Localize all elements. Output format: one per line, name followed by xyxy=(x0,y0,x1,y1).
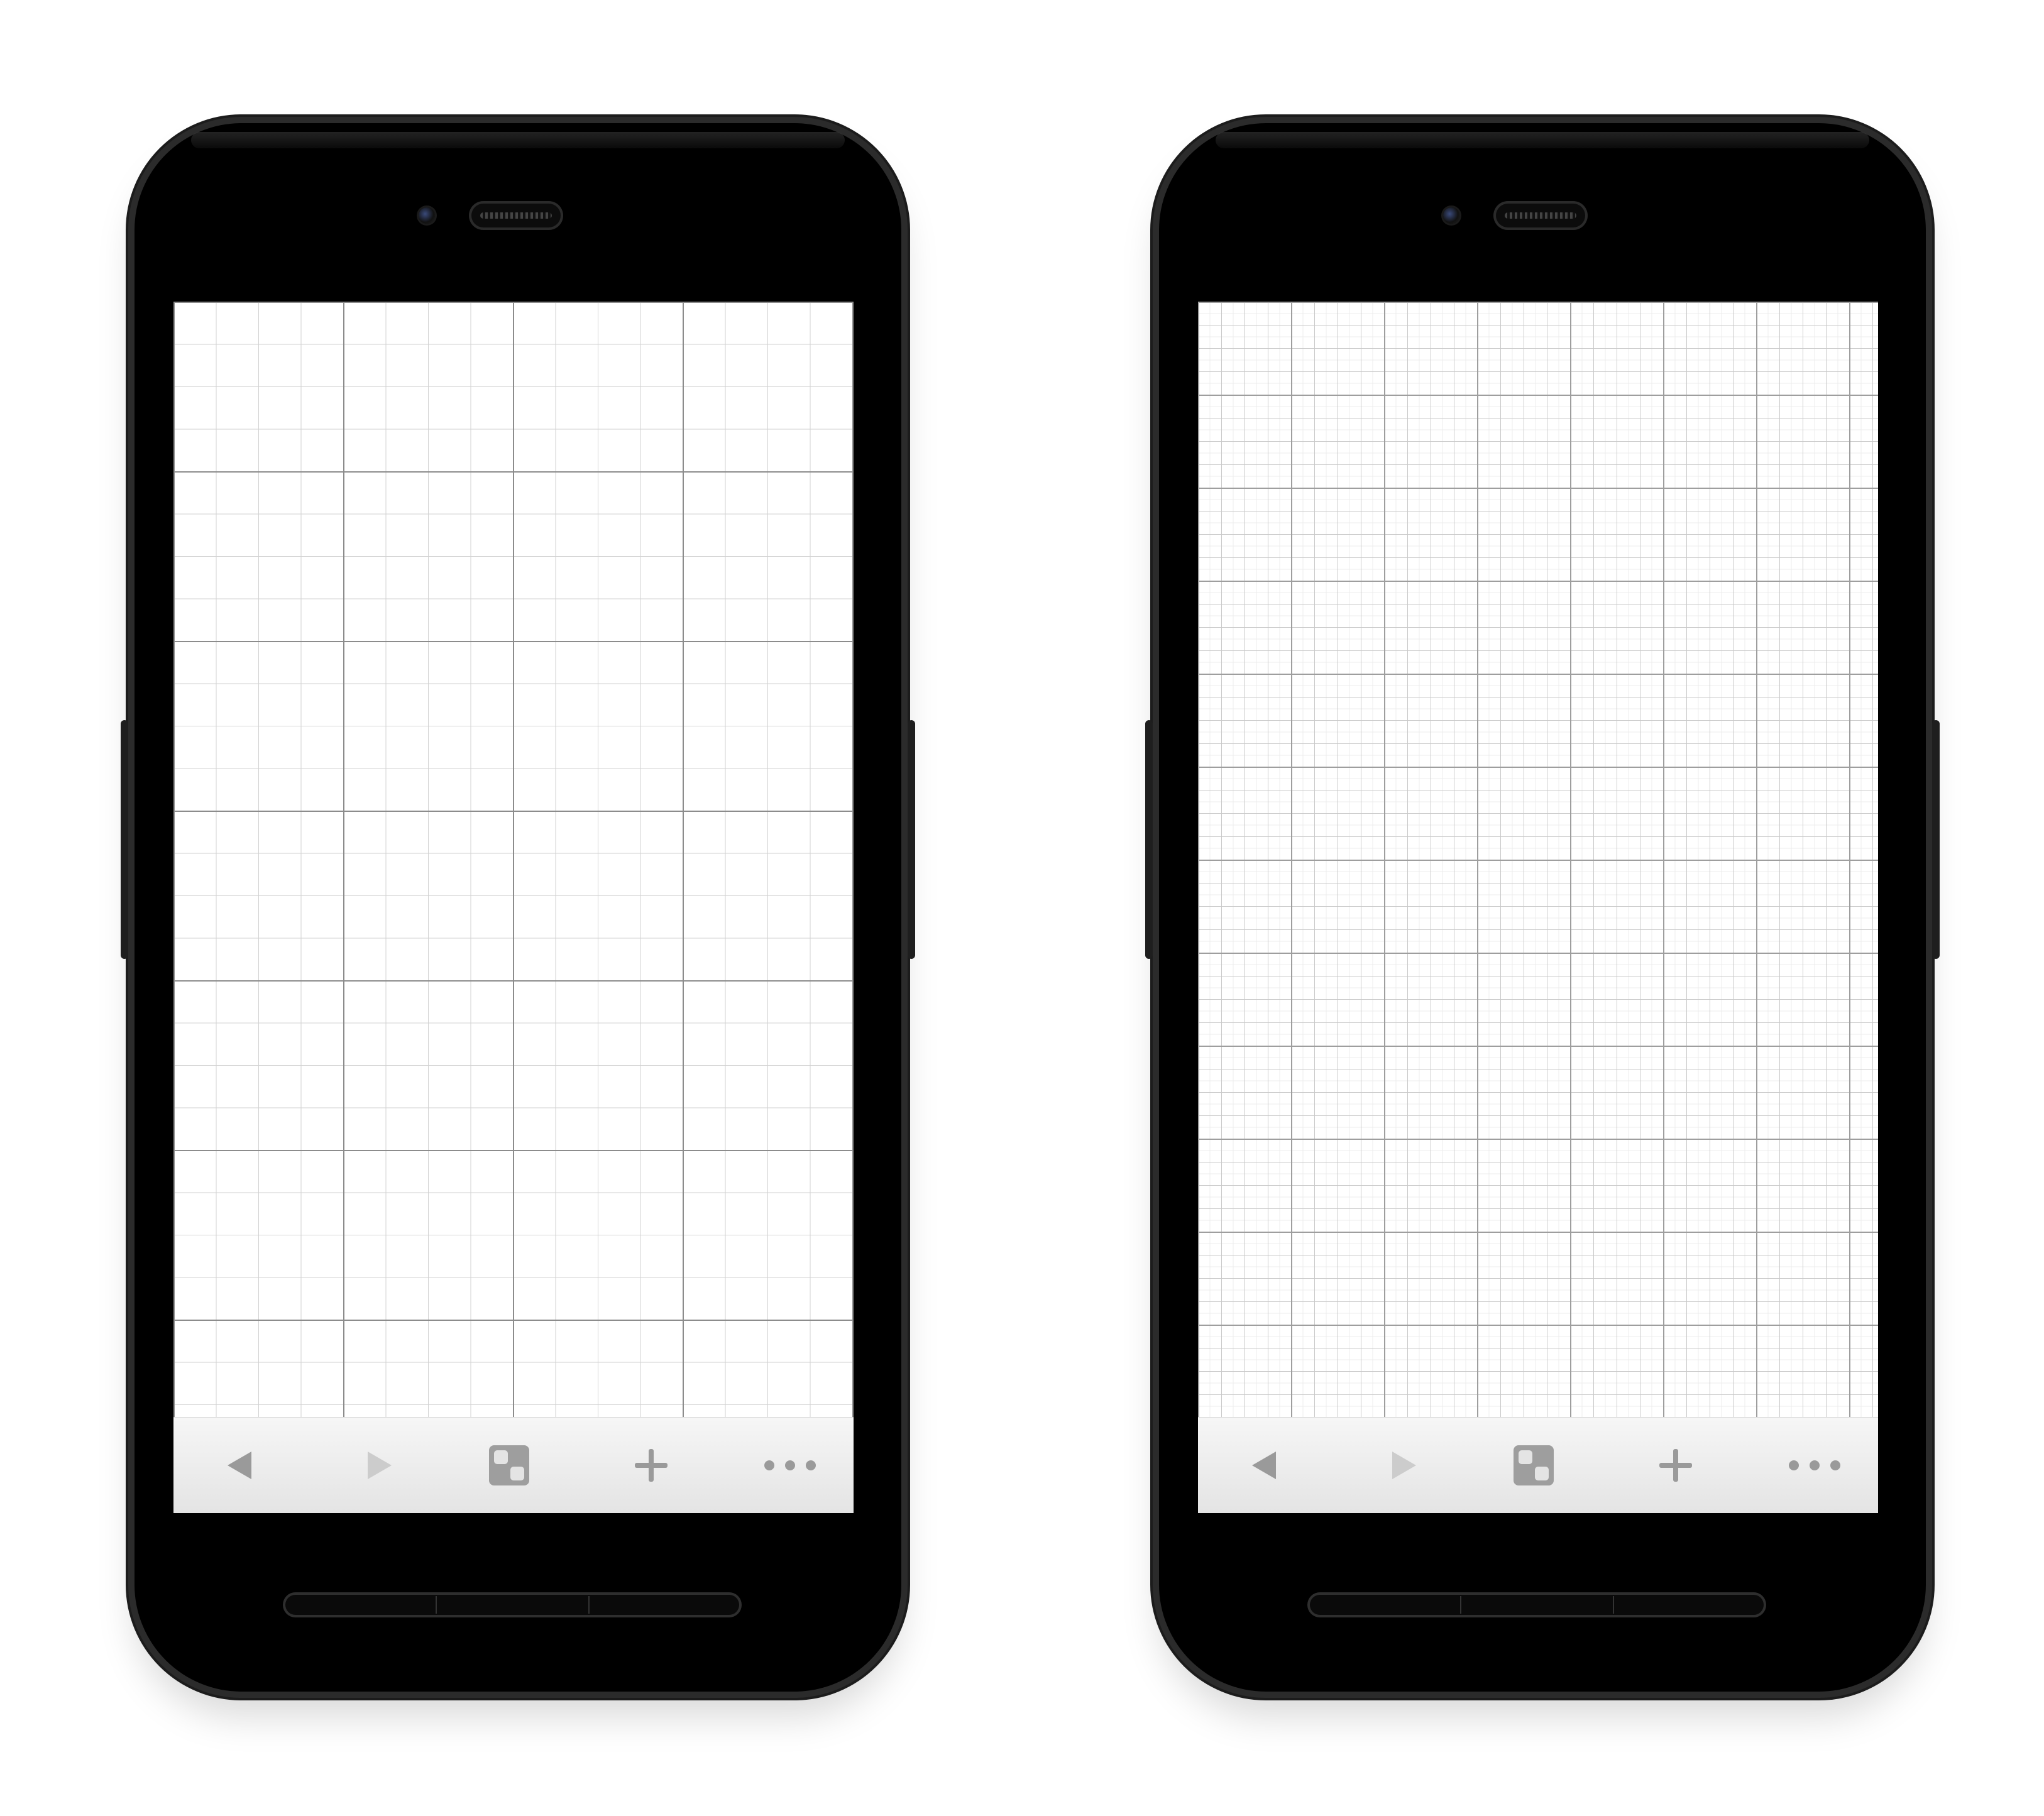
add-button[interactable] xyxy=(631,1445,671,1485)
bottom-toolbar xyxy=(173,1417,854,1513)
bottom-speaker-grille xyxy=(1307,1592,1766,1617)
tabs-icon xyxy=(1514,1445,1554,1485)
phone-left xyxy=(121,123,915,1692)
screen xyxy=(1198,302,1878,1513)
forward-button[interactable] xyxy=(1385,1445,1425,1485)
tabs-button[interactable] xyxy=(1514,1445,1554,1485)
back-arrow-icon xyxy=(1252,1452,1276,1479)
volume-button[interactable] xyxy=(121,720,128,959)
grid-paper-canvas[interactable] xyxy=(173,302,854,1418)
forward-arrow-icon xyxy=(368,1452,392,1479)
bezel-highlight xyxy=(191,132,845,148)
add-button[interactable] xyxy=(1656,1445,1696,1485)
power-button[interactable] xyxy=(1932,720,1940,959)
forward-arrow-icon xyxy=(1392,1452,1416,1479)
bottom-toolbar xyxy=(1198,1417,1878,1513)
front-camera xyxy=(419,207,435,224)
back-button[interactable] xyxy=(217,1445,258,1485)
earpiece-speaker xyxy=(469,201,563,230)
tabs-icon xyxy=(489,1445,529,1485)
phone-right xyxy=(1145,123,1940,1692)
bottom-speaker-grille xyxy=(283,1592,742,1617)
canvas xyxy=(0,0,2044,1816)
grid-paper-canvas[interactable] xyxy=(1198,302,1878,1418)
more-button[interactable] xyxy=(1786,1445,1843,1485)
volume-button[interactable] xyxy=(1145,720,1153,959)
earpiece-speaker xyxy=(1493,201,1588,230)
forward-button[interactable] xyxy=(360,1445,400,1485)
back-arrow-icon xyxy=(228,1452,251,1479)
power-button[interactable] xyxy=(908,720,915,959)
front-camera xyxy=(1443,207,1459,224)
more-button[interactable] xyxy=(762,1445,818,1485)
tabs-button[interactable] xyxy=(489,1445,529,1485)
bezel-highlight xyxy=(1216,132,1869,148)
back-button[interactable] xyxy=(1242,1445,1282,1485)
screen xyxy=(173,302,854,1513)
